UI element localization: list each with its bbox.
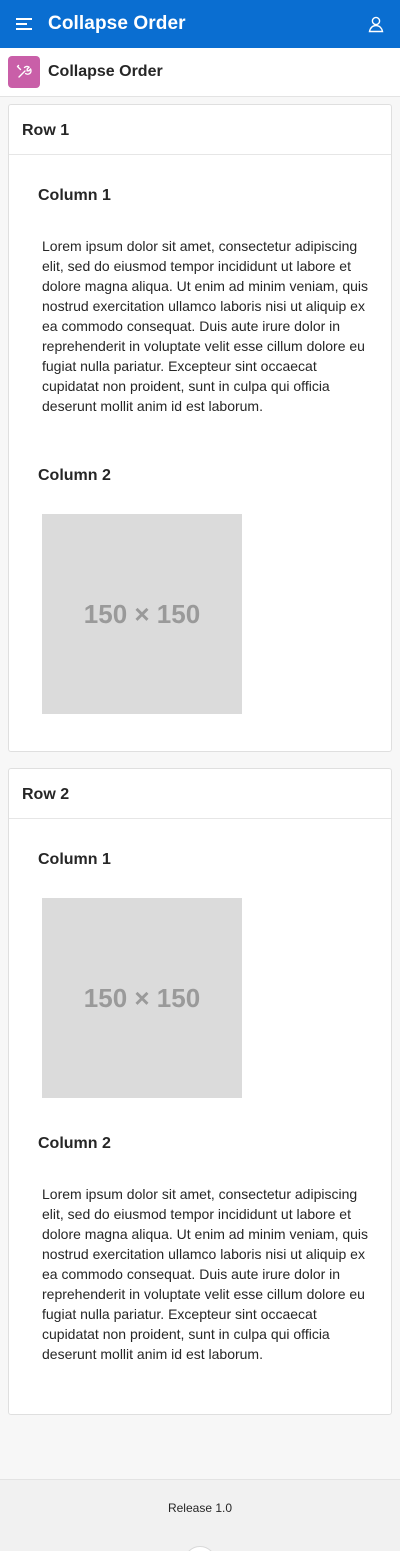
region-row-2: Row 2 Column 1 150 × 150 Column 2 Lorem … (8, 768, 392, 1415)
page-footer: Release 1.0 (0, 1479, 400, 1551)
wrench-icon (8, 56, 40, 88)
column-text: Lorem ipsum dolor sit amet, consectetur … (42, 1186, 369, 1362)
scroll-to-top-button[interactable] (184, 1546, 216, 1551)
column-title: Column 2 (38, 467, 111, 484)
page-title-bar: Collapse Order (0, 48, 400, 97)
region-row-1: Row 1 Column 1 Lorem ipsum dolor sit ame… (8, 104, 392, 752)
page-title: Collapse Order (48, 63, 163, 80)
user-icon[interactable] (366, 14, 386, 34)
placeholder-image: 150 × 150 (42, 898, 242, 1098)
app-title[interactable]: Collapse Order (48, 12, 186, 36)
column-title: Column 1 (38, 187, 111, 204)
hamburger-menu-icon[interactable] (14, 14, 34, 34)
app-header: Collapse Order (0, 0, 400, 48)
column-title: Column 1 (38, 851, 111, 868)
release-label: Release 1.0 (167, 1501, 233, 1515)
column-title: Column 2 (38, 1135, 111, 1152)
placeholder-image: 150 × 150 (42, 514, 242, 714)
region-header: Row 2 (9, 769, 391, 819)
region-header: Row 1 (9, 105, 391, 155)
column-text: Lorem ipsum dolor sit amet, consectetur … (42, 238, 369, 414)
